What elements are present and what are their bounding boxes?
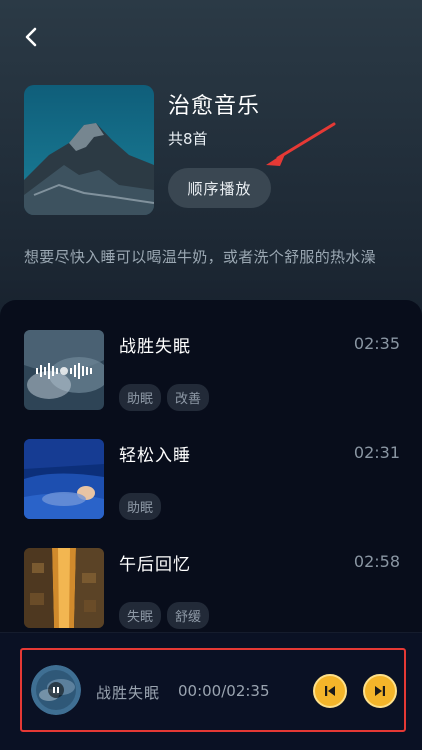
track-title: 轻松入睡	[119, 446, 191, 466]
list-item[interactable]: 轻松入睡 02:31 助眠	[24, 439, 400, 524]
list-item[interactable]: 午后回忆 02:58 失眠 舒缓	[24, 548, 400, 633]
skip-next-icon	[375, 686, 385, 696]
track-thumbnail	[24, 548, 104, 628]
skip-previous-icon	[325, 686, 335, 696]
chevron-left-icon	[25, 27, 37, 47]
back-button[interactable]	[18, 24, 44, 50]
track-duration: 02:31	[353, 443, 400, 462]
annotation-arrow-icon	[266, 122, 336, 166]
album-description: 想要尽快入睡可以喝温牛奶，或者洗个舒服的热水澡	[24, 248, 376, 266]
track-tag: 改善	[167, 384, 210, 411]
list-item[interactable]: 战胜失眠 02:35 助眠 改善	[24, 330, 400, 415]
track-thumbnail	[24, 439, 104, 519]
track-duration: 02:35	[353, 334, 400, 353]
next-button[interactable]	[363, 674, 397, 708]
track-title: 午后回忆	[119, 555, 191, 575]
sequential-play-button[interactable]: 顺序播放	[168, 168, 271, 208]
album-title: 治愈音乐	[168, 94, 261, 119]
pause-button[interactable]	[48, 682, 64, 698]
track-tag: 助眠	[119, 493, 162, 520]
track-tag: 失眠	[119, 602, 162, 629]
track-title: 战胜失眠	[119, 337, 191, 357]
previous-button[interactable]	[313, 674, 347, 708]
track-duration: 02:58	[353, 552, 400, 571]
album-cover	[24, 85, 154, 215]
track-tag: 助眠	[119, 384, 162, 411]
pause-icon	[53, 687, 59, 693]
track-tag: 舒缓	[167, 602, 210, 629]
track-thumbnail	[24, 330, 104, 410]
player-track-title: 战胜失眠	[96, 684, 161, 702]
track-count: 共8首	[168, 130, 208, 148]
player-time: 00:00/02:35	[178, 682, 270, 700]
